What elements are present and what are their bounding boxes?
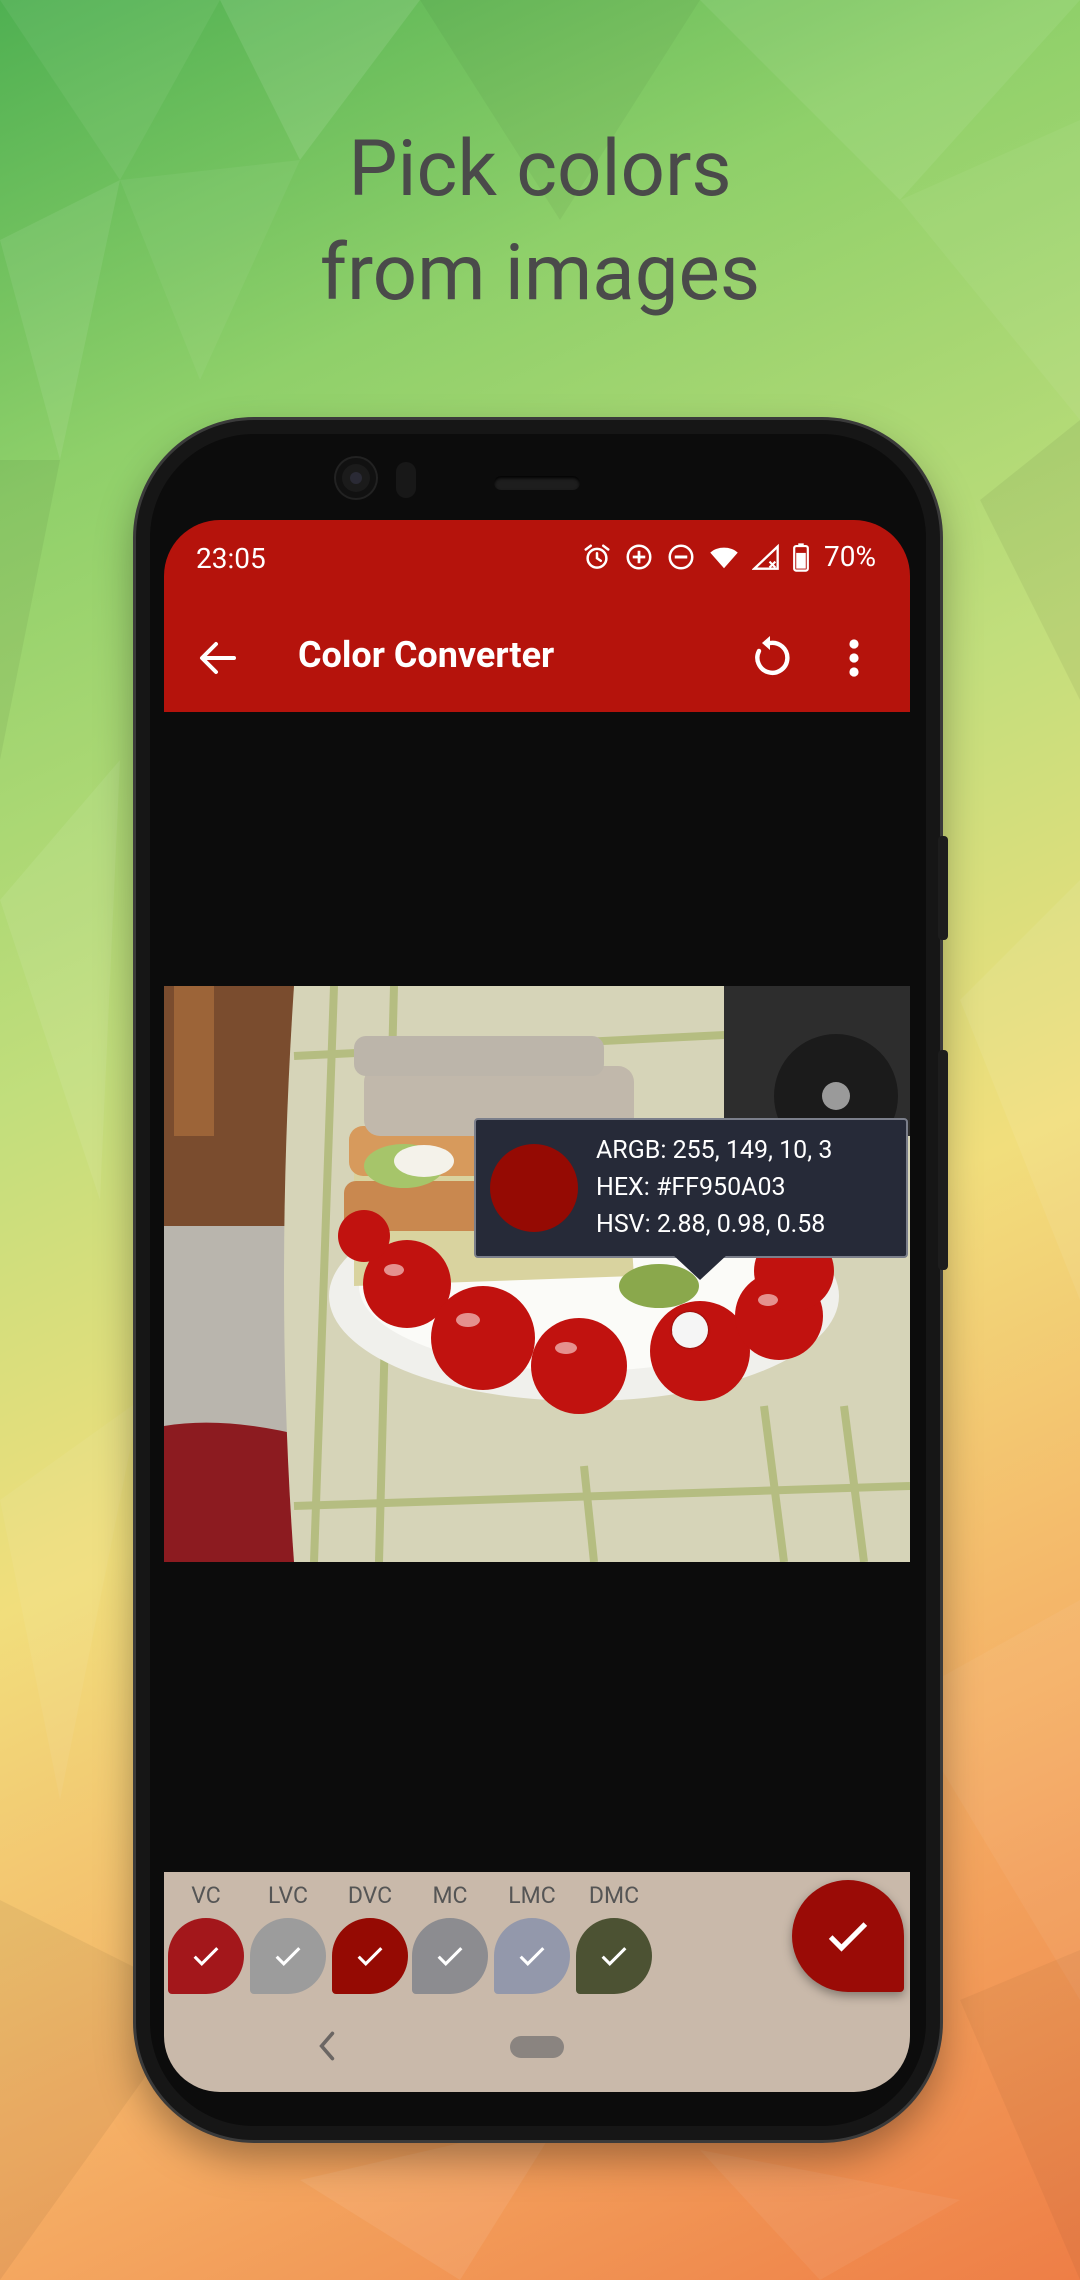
refresh-icon[interactable] <box>746 634 794 682</box>
status-time: 23:05 <box>196 542 266 575</box>
color-picker-handle[interactable] <box>672 1312 708 1348</box>
proximity-sensor <box>396 462 416 498</box>
check-icon <box>193 1947 219 1966</box>
swatch-label: DVC <box>347 1882 393 1909</box>
do-not-disturb-icon <box>668 544 694 569</box>
swatch-chip[interactable] <box>576 1918 652 1994</box>
volume-button <box>938 1050 948 1270</box>
power-button <box>938 836 948 940</box>
palette-swatch-dmc[interactable]: DMC <box>574 1880 654 1994</box>
argb-value: ARGB: 255, 149, 10, 3 <box>596 1136 833 1165</box>
swatch-label: LMC <box>508 1882 556 1909</box>
signal-icon <box>752 543 779 570</box>
app-bar: Color Converter <box>164 604 910 712</box>
overflow-menu-icon[interactable] <box>842 634 866 682</box>
palette-swatch-dvc[interactable]: DVC <box>330 1880 410 1994</box>
hex-value: HEX: #FF950A03 <box>596 1173 786 1202</box>
nav-home-pill[interactable] <box>510 2036 564 2058</box>
status-icons: 70% <box>582 540 876 573</box>
color-values: ARGB: 255, 149, 10, 3 HEX: #FF950A03 HSV… <box>596 1132 832 1243</box>
data-saver-icon <box>626 544 652 569</box>
check-icon <box>601 1947 627 1966</box>
check-icon <box>828 1922 868 1952</box>
check-icon <box>519 1947 545 1966</box>
swatch-chip[interactable] <box>412 1918 488 1994</box>
picked-color-swatch <box>490 1144 578 1232</box>
confirm-fab[interactable] <box>792 1880 904 1992</box>
tooltip-pointer <box>672 1254 728 1280</box>
source-photo[interactable] <box>164 986 910 1562</box>
wifi-icon <box>710 547 738 568</box>
app-title: Color Converter <box>298 634 555 676</box>
swatch-label: MC <box>432 1882 468 1909</box>
battery-icon <box>793 542 809 572</box>
palette-swatch-vc[interactable]: VC <box>166 1880 246 1994</box>
swatch-chip[interactable] <box>494 1918 570 1994</box>
palette-swatch-mc[interactable]: MC <box>410 1880 490 1994</box>
hsv-value: HSV: 2.88, 0.98, 0.58 <box>596 1210 826 1239</box>
swatch-label: VC <box>191 1882 221 1909</box>
headline-line-1: Pick colors <box>348 124 732 215</box>
nav-back-icon[interactable] <box>312 2028 342 2064</box>
alarm-icon <box>584 544 610 569</box>
swatch-label: LVC <box>268 1882 308 1909</box>
swatch-chip[interactable] <box>168 1918 244 1994</box>
headline-line-2: from images <box>319 228 761 319</box>
front-camera <box>336 458 376 498</box>
swatch-label: DMC <box>588 1882 640 1909</box>
back-arrow-icon[interactable] <box>194 634 242 682</box>
check-icon <box>357 1947 383 1966</box>
swatch-chip[interactable] <box>250 1918 326 1994</box>
earpiece-speaker <box>494 476 580 490</box>
palette-swatch-lvc[interactable]: LVC <box>248 1880 328 1994</box>
promo-headline: Pick colors from images <box>0 118 1080 326</box>
phone-screen: 23:05 70% Color Converter VC LVC DVC MC … <box>164 520 910 2092</box>
swatch-chip[interactable] <box>332 1918 408 1994</box>
status-bar: 23:05 70% <box>164 520 910 604</box>
check-icon <box>275 1947 301 1966</box>
color-info-tooltip: ARGB: 255, 149, 10, 3 HEX: #FF950A03 HSV… <box>474 1118 908 1280</box>
check-icon <box>437 1947 463 1966</box>
battery-percentage: 70% <box>824 540 876 573</box>
palette-swatch-lmc[interactable]: LMC <box>492 1880 572 1994</box>
